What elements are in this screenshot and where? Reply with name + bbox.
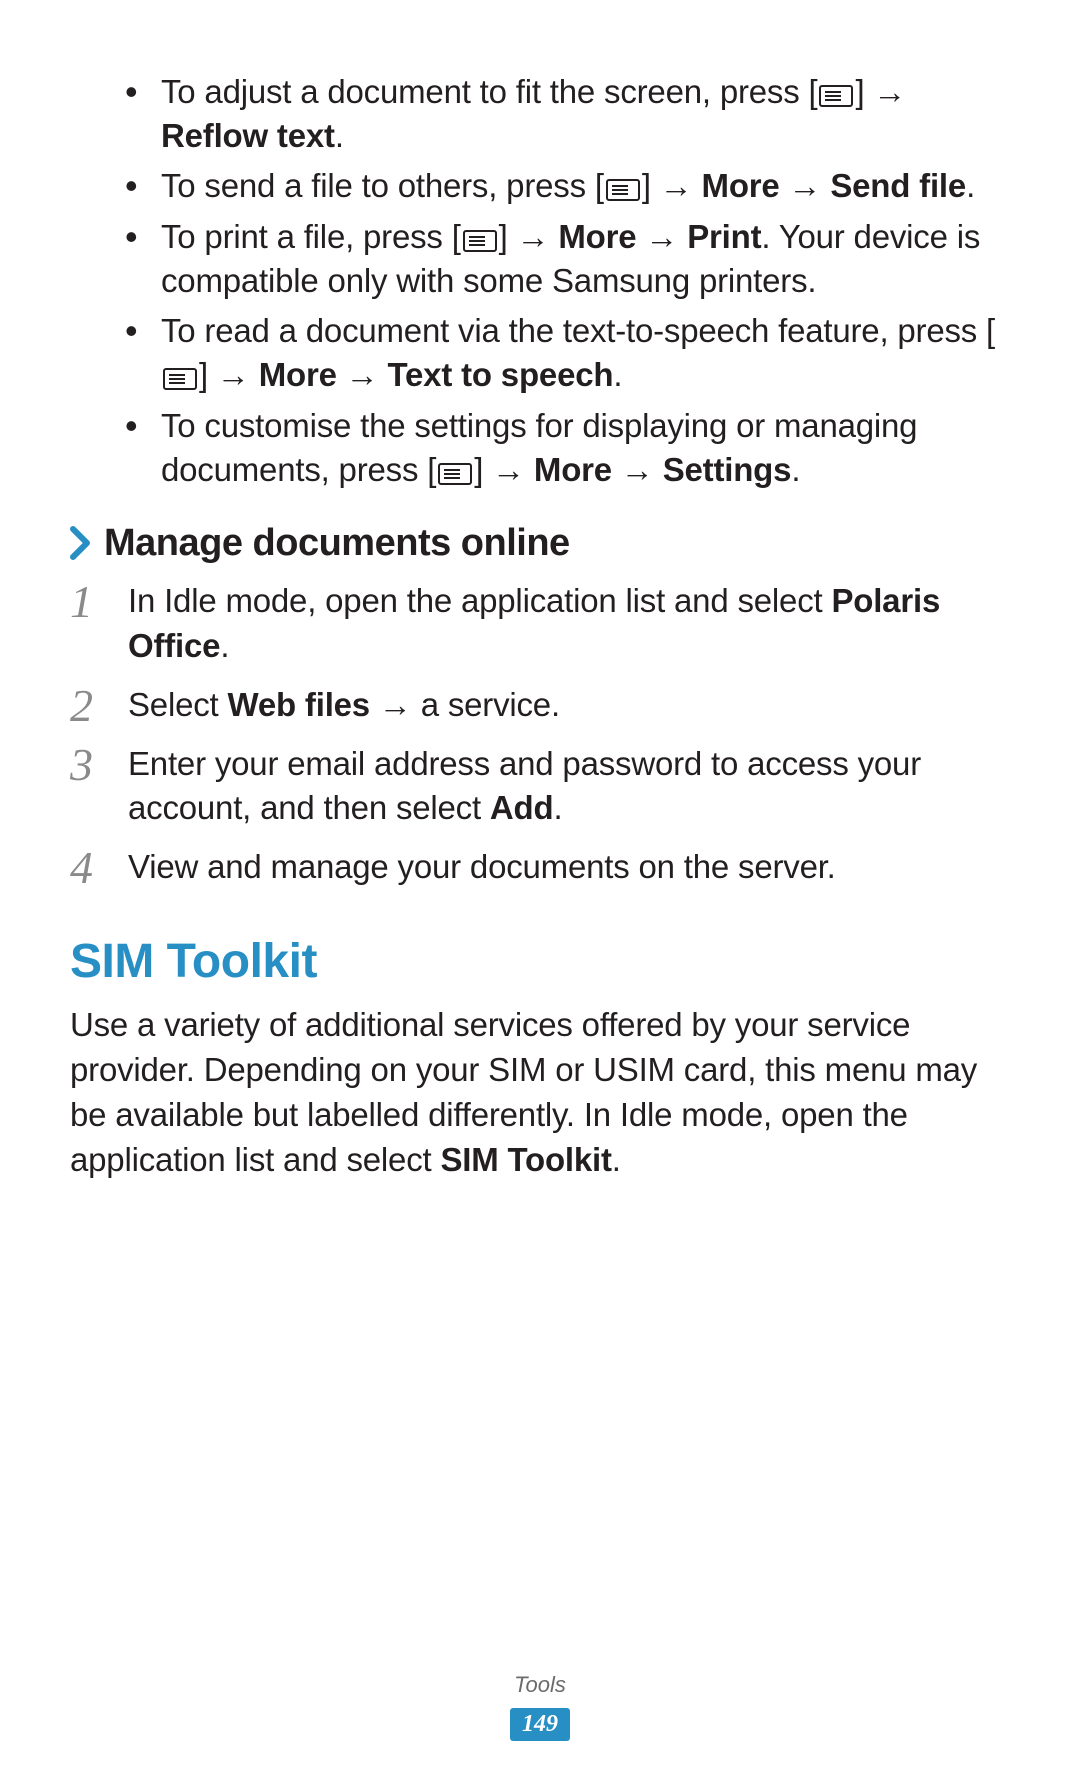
- step-item: 3Enter your email address and password t…: [70, 742, 1010, 832]
- bullet-item: To read a document via the text-to-speec…: [125, 309, 1010, 397]
- manual-page: To adjust a document to fit the screen, …: [0, 0, 1080, 1771]
- step-text: In Idle mode, open the application list …: [128, 582, 940, 664]
- menu-icon: [463, 230, 497, 252]
- menu-icon: [819, 85, 853, 107]
- menu-icon: [606, 179, 640, 201]
- page-number-wrap: 149: [70, 1708, 1010, 1741]
- chevron-right-icon: [70, 526, 92, 560]
- step-text: Select Web files → a service.: [128, 686, 560, 723]
- page-number: 149: [510, 1708, 570, 1741]
- step-text: Enter your email address and password to…: [128, 745, 921, 827]
- step-number: 3: [70, 734, 93, 797]
- subsection-heading: Manage documents online: [70, 522, 1010, 565]
- page-content: To adjust a document to fit the screen, …: [70, 70, 1010, 1672]
- bullet-list: To adjust a document to fit the screen, …: [70, 70, 1010, 492]
- step-text: View and manage your documents on the se…: [128, 848, 836, 885]
- menu-icon: [163, 368, 197, 390]
- bullet-item: To customise the settings for displaying…: [125, 404, 1010, 492]
- numbered-steps: 1In Idle mode, open the application list…: [70, 579, 1010, 890]
- step-item: 4View and manage your documents on the s…: [70, 845, 1010, 890]
- step-item: 1In Idle mode, open the application list…: [70, 579, 1010, 669]
- step-item: 2Select Web files → a service.: [70, 683, 1010, 728]
- subsection-title: Manage documents online: [104, 522, 570, 565]
- menu-icon: [438, 463, 472, 485]
- footer-category: Tools: [70, 1672, 1010, 1698]
- bullet-item: To print a file, press [] → More → Print…: [125, 215, 1010, 303]
- step-number: 1: [70, 571, 93, 634]
- section-body: Use a variety of additional services off…: [70, 1003, 1010, 1183]
- step-number: 2: [70, 675, 93, 738]
- bullet-item: To send a file to others, press [] → Mor…: [125, 164, 1010, 208]
- bullet-item: To adjust a document to fit the screen, …: [125, 70, 1010, 158]
- section-heading: SIM Toolkit: [70, 934, 1010, 989]
- step-number: 4: [70, 837, 93, 900]
